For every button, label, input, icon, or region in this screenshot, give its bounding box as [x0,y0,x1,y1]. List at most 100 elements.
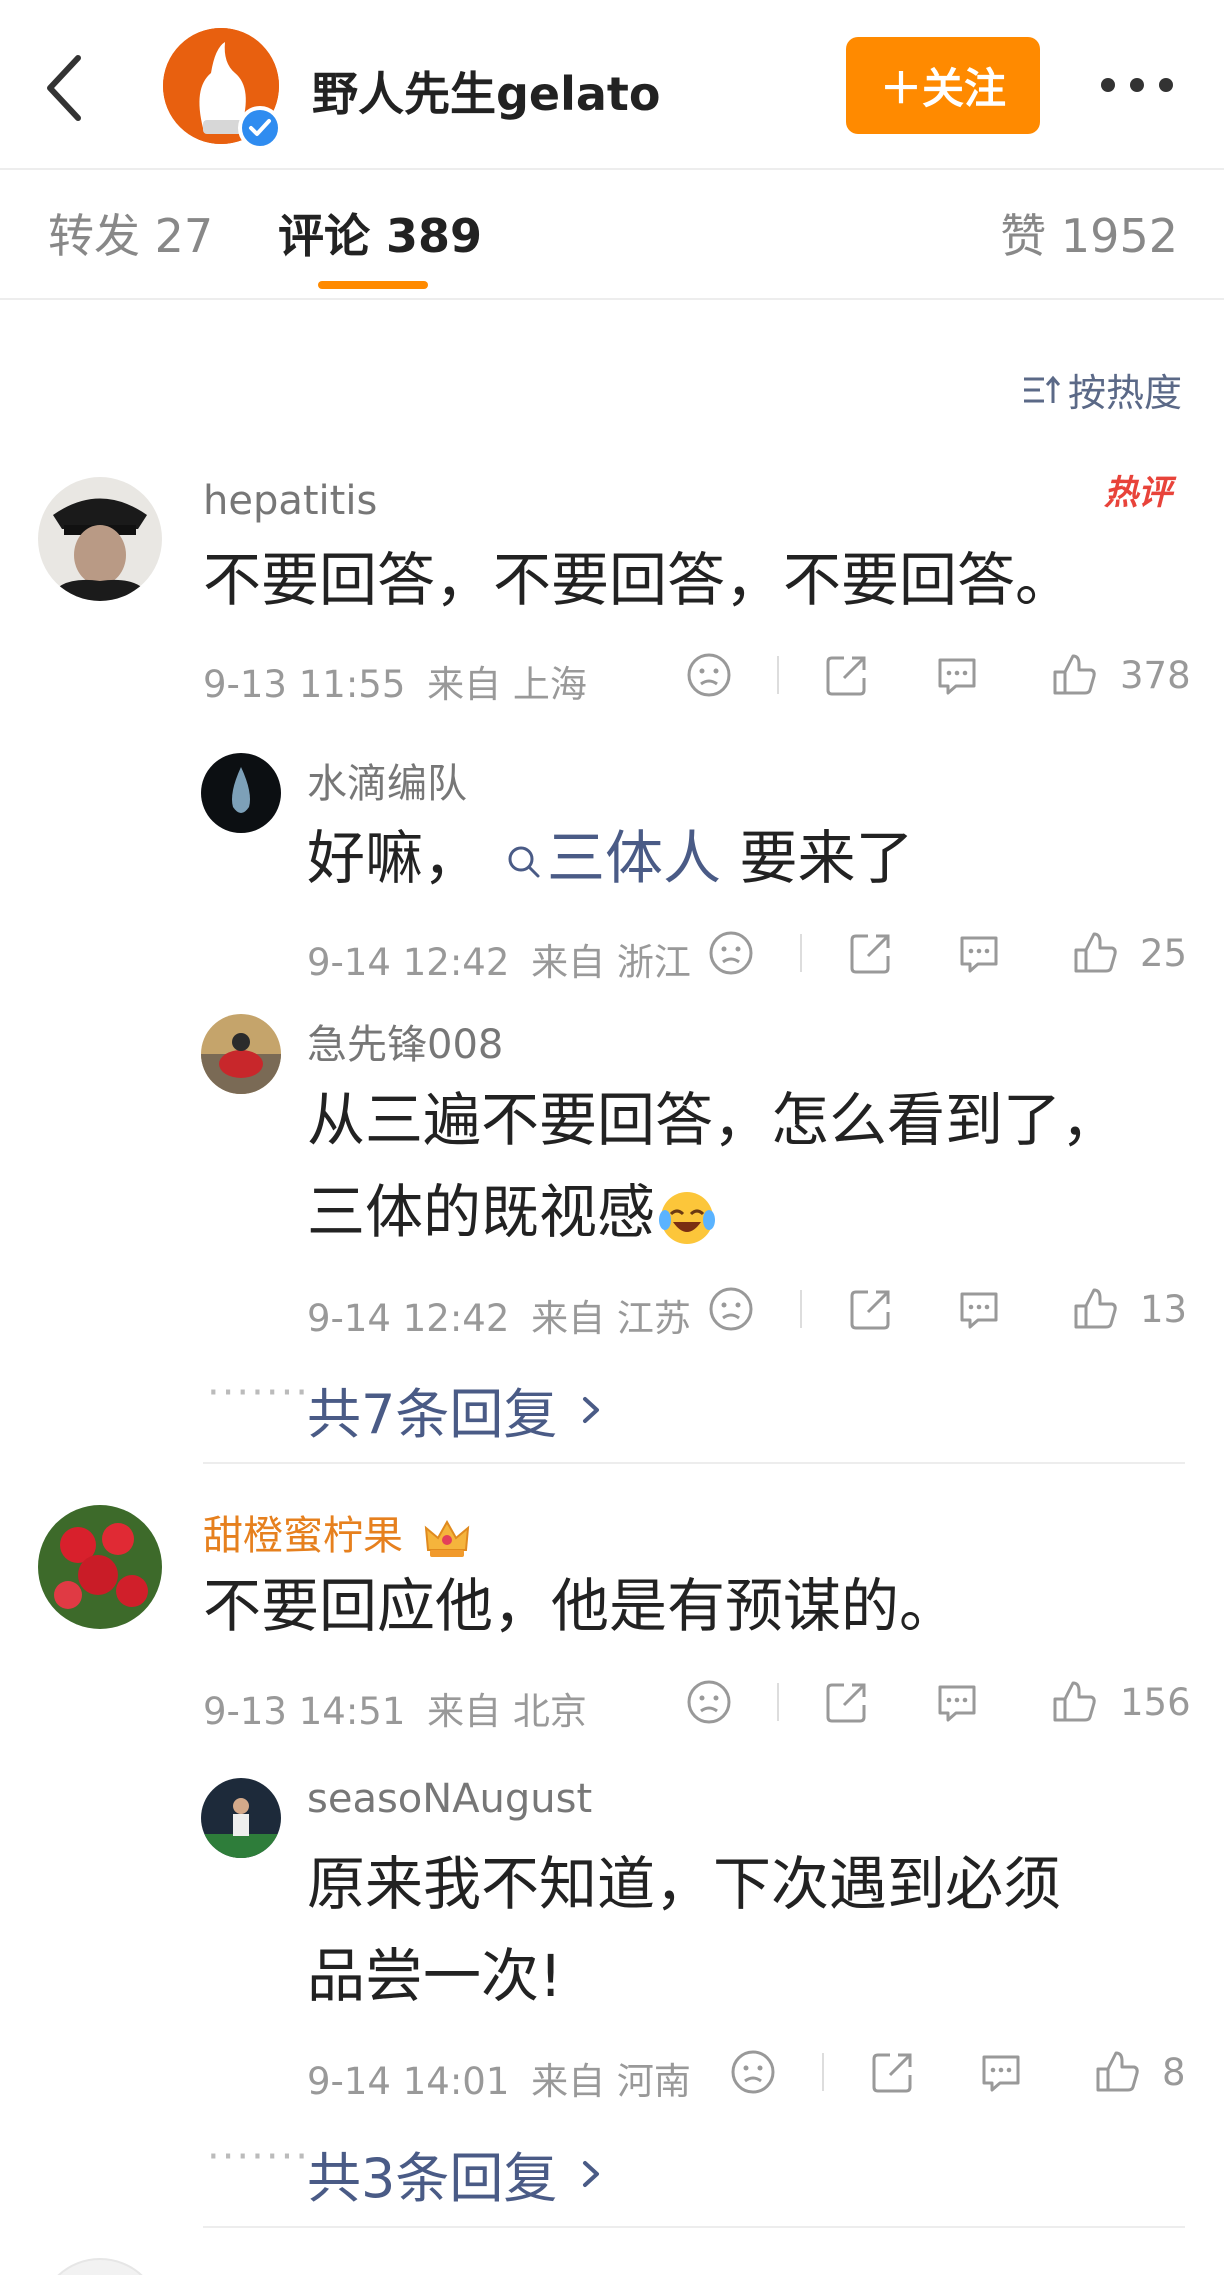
hot-comment-badge: 热评 [1104,473,1172,513]
reply-text-line1: 原来我不知道，下次遇到必须 [307,1850,1062,1918]
comment-time: 9-13 14:51 [203,1690,406,1733]
like-icon[interactable] [1051,650,1099,698]
comment-time: 9-13 11:55 [203,663,406,706]
reply-icon[interactable] [956,1286,1002,1332]
username[interactable]: hepatitis [203,478,377,524]
sort-toggle[interactable]: 按热度 [1022,362,1182,417]
laugh-cry-emoji-icon [655,1184,719,1248]
comment-meta: 9-13 11:55 来自 上海 [203,654,587,708]
separator [800,1290,802,1328]
reply-icon[interactable] [978,2049,1024,2095]
header-divider [0,168,1224,170]
username-label: 甜橙蜜柠果 [203,1513,403,1559]
reply-text-line1: 从三遍不要回答，怎么看到了， [307,1086,1120,1154]
sort-icon [1022,373,1060,407]
avatar[interactable] [38,477,162,601]
dislike-icon[interactable] [730,2049,776,2095]
more-replies-label: 共7条回复 [307,1383,558,1446]
comment-text: 不要回应他，他是有预谋的。 [203,1572,958,1640]
chevron-right-icon [581,1393,601,1427]
dislike-icon[interactable] [708,930,754,976]
reply-time: 9-14 12:42 [307,941,510,984]
like-icon[interactable] [1051,1677,1099,1725]
tab-like[interactable]: 赞 1952 [1000,200,1178,266]
reply-icon[interactable] [934,1679,980,1725]
avatar[interactable] [38,1505,162,1629]
separator [800,934,802,972]
reply-text-suffix: 要来了 [721,824,914,892]
sort-label: 按热度 [1067,371,1182,415]
reply-time: 9-14 14:01 [307,2060,510,2103]
username[interactable]: seasoNAugust [307,1776,592,1822]
reply-actions: 13 [708,1282,1188,1338]
comment-text: 不要回答，不要回答，不要回答。 [203,546,1074,614]
dislike-icon[interactable] [686,1679,732,1725]
reply-text: 好嘛， 三体人 要来了 [307,812,913,904]
reply-icon[interactable] [956,930,1002,976]
reply-text-prefix: 好嘛， [307,824,482,892]
like-count: 378 [1120,654,1191,697]
more-replies-link[interactable]: 共7条回复 [307,1370,601,1449]
comment-location: 来自 上海 [427,663,587,706]
like-icon[interactable] [1072,928,1120,976]
topic-link[interactable]: 三体人 [505,824,721,892]
reply-location: 来自 江苏 [531,1297,691,1340]
username[interactable]: 急先锋008 [307,1012,503,1070]
more-replies-label: 共3条回复 [307,2147,558,2210]
reply-icon[interactable] [934,652,980,698]
tab-repost[interactable]: 转发 27 [48,200,213,266]
like-count: 156 [1120,1681,1191,1724]
like-count: 8 [1162,2051,1186,2094]
reply-location: 来自 河南 [531,2060,691,2103]
avatar[interactable] [201,753,281,833]
comment-divider [203,1462,1185,1464]
share-icon[interactable] [870,2049,916,2095]
reply-meta: 9-14 12:42 来自 浙江 [307,932,691,986]
reply-location: 来自 浙江 [531,941,691,984]
comment-meta: 9-13 14:51 来自 北京 [203,1681,587,1735]
reply-text-line2: 品尝一次! [307,1942,563,2010]
share-icon[interactable] [824,652,870,698]
reply-thread-dots: ······· [207,1370,311,1416]
comment-actions: 156 [686,1675,1191,1731]
share-icon[interactable] [848,930,894,976]
page-title: 野人先生gelato [312,67,661,121]
like-count: 25 [1140,932,1188,975]
separator [777,656,779,694]
topic-label: 三体人 [547,824,722,892]
verified-badge-icon [238,106,282,150]
reply-time: 9-14 12:42 [307,1297,510,1340]
like-count: 13 [1140,1288,1188,1331]
share-icon[interactable] [824,1679,870,1725]
dislike-icon[interactable] [686,652,732,698]
back-icon[interactable] [40,48,100,128]
reply-actions: 25 [708,926,1188,982]
reply-meta: 9-14 12:42 来自 江苏 [307,1288,691,1342]
separator [777,1683,779,1721]
reply-meta: 9-14 14:01 来自 河南 [307,2051,691,2105]
follow-button[interactable]: ＋关注 [846,37,1040,134]
avatar[interactable] [201,1778,281,1858]
like-icon[interactable] [1094,2047,1142,2095]
vip-crown-icon [422,1516,472,1560]
tabs-divider [0,298,1224,300]
reply-actions: 8 [730,2045,1190,2101]
share-icon[interactable] [848,1286,894,1332]
search-icon [505,843,543,881]
chevron-right-icon [581,2157,601,2191]
username[interactable]: 水滴编队 [307,751,467,809]
more-options-icon[interactable] [1098,75,1176,95]
reply-thread-dots: ······· [207,2134,311,2180]
reply-text-line2-content: 三体的既视感 [307,1178,656,1246]
next-comment-avatar-partial[interactable] [38,2258,162,2275]
comment-divider [203,2226,1185,2228]
username[interactable]: 甜橙蜜柠果 [203,1503,472,1561]
dislike-icon[interactable] [708,1286,754,1332]
more-replies-link[interactable]: 共3条回复 [307,2134,601,2213]
avatar[interactable] [201,1014,281,1094]
comment-location: 来自 北京 [427,1690,587,1733]
separator [822,2053,824,2091]
tab-comment[interactable]: 评论 389 [278,200,482,266]
like-icon[interactable] [1072,1284,1120,1332]
reply-text-line2: 三体的既视感 [307,1166,719,1258]
